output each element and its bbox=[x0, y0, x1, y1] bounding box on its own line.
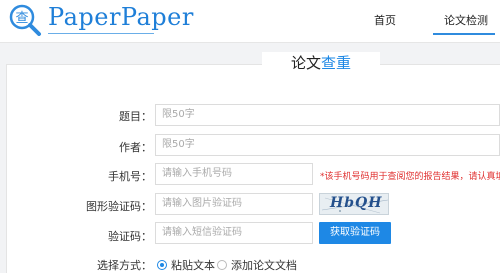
top-header: 查 PaperPaper 首页 论文检测 bbox=[0, 0, 500, 43]
nav-active-indicator bbox=[433, 33, 495, 35]
captcha-text: HbQH bbox=[330, 195, 383, 211]
radio-add-document[interactable] bbox=[217, 260, 227, 270]
phone-input[interactable]: 请输入手机号码 bbox=[155, 163, 313, 185]
image-code-input[interactable]: 请输入图片验证码 bbox=[155, 193, 313, 215]
method-label: 选择方式： bbox=[97, 259, 152, 272]
form-title-part1: 论文 bbox=[290, 54, 321, 72]
form-title-part2: 查重 bbox=[321, 54, 352, 72]
image-code-label: 图形验证码： bbox=[86, 200, 152, 213]
captcha-image[interactable]: HbQH bbox=[319, 193, 389, 215]
brand-underline bbox=[48, 33, 154, 34]
phone-label: 手机号： bbox=[108, 170, 152, 183]
logo-char: 查 bbox=[15, 11, 28, 26]
sms-code-label: 验证码： bbox=[108, 230, 152, 243]
form-title: 论文查重 bbox=[262, 52, 380, 76]
get-code-button[interactable]: 获取验证码 bbox=[319, 222, 391, 244]
nav-paper-check-link[interactable]: 论文检测 bbox=[444, 12, 488, 28]
sms-code-input[interactable]: 请输入短信验证码 bbox=[155, 222, 313, 244]
author-input[interactable]: 限50字 bbox=[155, 134, 500, 156]
author-label: 作者： bbox=[119, 141, 152, 154]
brand-name[interactable]: PaperPaper bbox=[48, 3, 194, 31]
phone-hint: *该手机号码用于查阅您的报告结果，请认真填写 bbox=[320, 172, 500, 182]
radio-paste-text[interactable] bbox=[157, 260, 167, 270]
magnifier-logo-icon[interactable]: 查 bbox=[6, 2, 46, 36]
nav-home-link[interactable]: 首页 bbox=[374, 12, 396, 28]
radio-paste-text-label[interactable]: 粘贴文本 bbox=[171, 257, 215, 273]
title-input[interactable]: 限50字 bbox=[155, 104, 500, 126]
radio-add-document-label[interactable]: 添加论文文档 bbox=[231, 257, 297, 273]
title-label: 题目： bbox=[119, 110, 152, 123]
